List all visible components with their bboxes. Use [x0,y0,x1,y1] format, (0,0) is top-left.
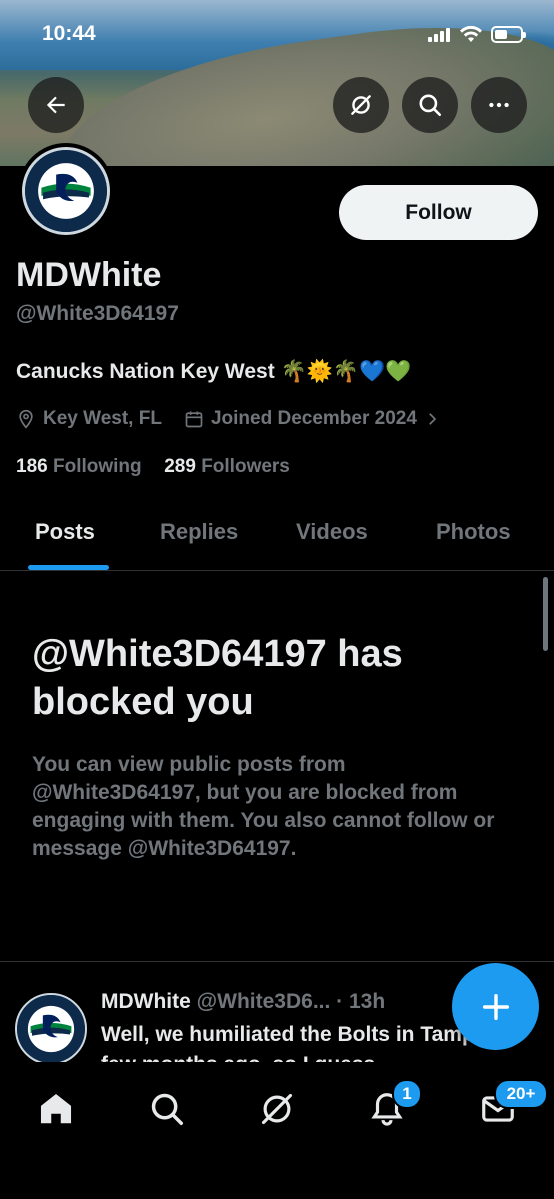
profile-bio: Canucks Nation Key West 🌴🌞🌴💙💚 [16,360,412,383]
follow-button[interactable]: Follow [339,185,538,240]
blocked-description: You can view public posts from @White3D6… [32,753,495,860]
tab-replies[interactable]: Replies [160,519,238,545]
post-handle-time: @White3D6... · 13h [196,990,386,1013]
back-button[interactable] [28,77,84,133]
nav-grok[interactable] [257,1089,297,1129]
followers-link[interactable]: 289 Followers [164,456,290,477]
following-count: 186 [16,456,48,477]
active-tab-indicator [28,565,109,570]
profile-tabs: Posts Replies Videos Photos [0,505,554,571]
following-label: Following [52,456,142,477]
messages-badge: 20+ [494,1079,548,1109]
bottom-nav: 1 20+ [0,1062,554,1199]
profile-handle: @White3D64197 [16,302,179,325]
more-button[interactable] [471,77,527,133]
following-link[interactable]: 186 Following [16,456,147,477]
battery-icon [491,26,526,43]
post-author: MDWhite [101,990,191,1013]
grok-icon [351,95,371,115]
profile-joined: Joined December 2024 [210,408,417,429]
grok-button[interactable] [333,77,389,133]
profile-name: MDWhite [16,256,162,294]
followers-label: Followers [201,456,290,477]
canucks-logo-image [22,147,110,235]
arrow-left-icon [46,96,65,114]
post-avatar[interactable] [15,993,87,1062]
profile-meta: Key West, FL Joined December 2024 [16,405,448,433]
calendar-icon [185,411,203,428]
status-time: 10:44 [42,22,96,45]
notifications-badge: 1 [392,1079,422,1109]
post-header: MDWhite @White3D6... · 13h [101,990,385,1014]
wifi-icon [460,25,482,42]
grok-icon [261,1093,293,1125]
more-icon [489,102,509,108]
tab-photos[interactable]: Photos [436,519,511,545]
followers-count: 289 [164,456,196,477]
tab-videos[interactable]: Videos [296,519,368,545]
chevron-right-icon[interactable] [423,410,441,428]
plus-icon [482,993,509,1020]
nav-explore[interactable] [147,1089,187,1129]
compose-button[interactable] [452,963,539,1050]
search-icon [419,94,442,117]
profile-avatar[interactable] [18,143,114,239]
profile-location: Key West, FL [43,408,162,429]
blocked-title: @White3D64197 has blocked you [32,633,403,723]
search-icon [151,1093,183,1125]
status-bar: 10:44 [0,0,554,70]
search-button[interactable] [402,77,458,133]
tab-posts[interactable]: Posts [35,519,95,545]
location-pin-icon [19,409,33,429]
scrollbar[interactable] [543,577,548,651]
cellular-signal-icon [428,28,454,42]
home-icon [40,1093,72,1124]
profile-stats: 186 Following 289 Followers [16,456,290,478]
nav-home[interactable] [36,1089,76,1129]
